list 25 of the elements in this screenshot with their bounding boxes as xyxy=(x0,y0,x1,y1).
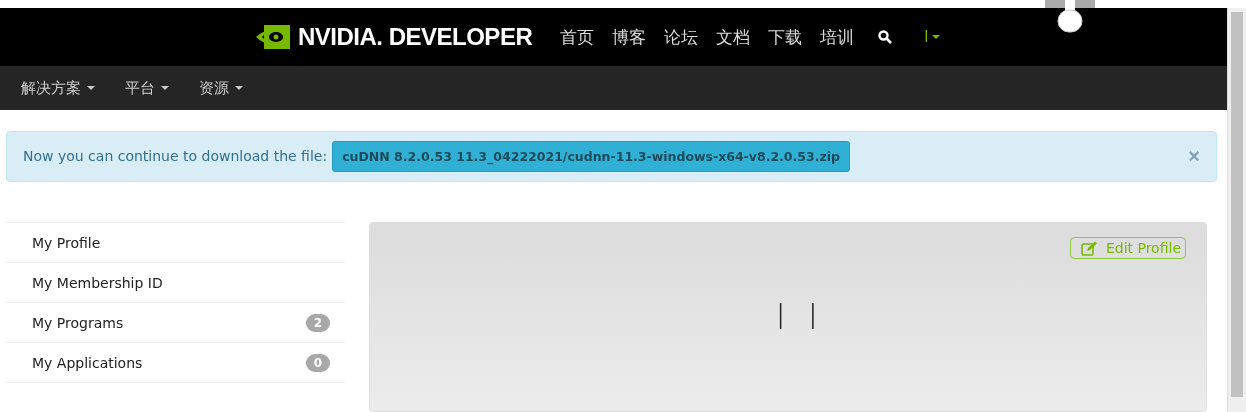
menu-dropdown[interactable]: 平台 xyxy=(125,78,169,98)
scrollbar[interactable] xyxy=(1227,8,1246,412)
alert-message: Now you can continue to download the file: xyxy=(23,148,328,165)
nav-link[interactable]: 首页 xyxy=(560,25,595,49)
sidebar-item[interactable]: My Programs 2 xyxy=(6,303,345,343)
logo-text[interactable]: NVIDIA. DEVELOPER xyxy=(298,23,533,52)
usb-drive-icon xyxy=(1045,0,1095,34)
user-menu[interactable]: l xyxy=(924,28,941,47)
nav-link[interactable]: 文档 xyxy=(716,25,751,49)
menu-dropdown[interactable]: 解决方案 xyxy=(21,78,95,98)
user-name: l l xyxy=(776,297,824,337)
nav-link[interactable]: 下载 xyxy=(768,25,803,49)
menu-dropdown[interactable]: 资源 xyxy=(199,78,243,98)
search-icon[interactable] xyxy=(878,30,893,45)
nav-link[interactable]: 论坛 xyxy=(664,25,699,49)
edit-icon xyxy=(1080,240,1098,256)
count-badge: 2 xyxy=(305,313,330,332)
file-link[interactable]: cuDNN 8.2.0.53 11.3_04222021/cudnn-11.3-windows-x64-v8.2.0.53.zip xyxy=(332,140,850,172)
count-badge: 0 xyxy=(305,353,330,372)
nav-link[interactable]: 培训 xyxy=(820,25,855,49)
sidebar-item[interactable]: My Membership ID xyxy=(6,263,345,303)
eye-logo-icon xyxy=(256,25,290,50)
sidebar-item[interactable]: My Applications 0 xyxy=(6,343,345,383)
sidebar-item[interactable]: My Profile xyxy=(6,223,345,263)
nav-link[interactable]: 博客 xyxy=(612,25,647,49)
